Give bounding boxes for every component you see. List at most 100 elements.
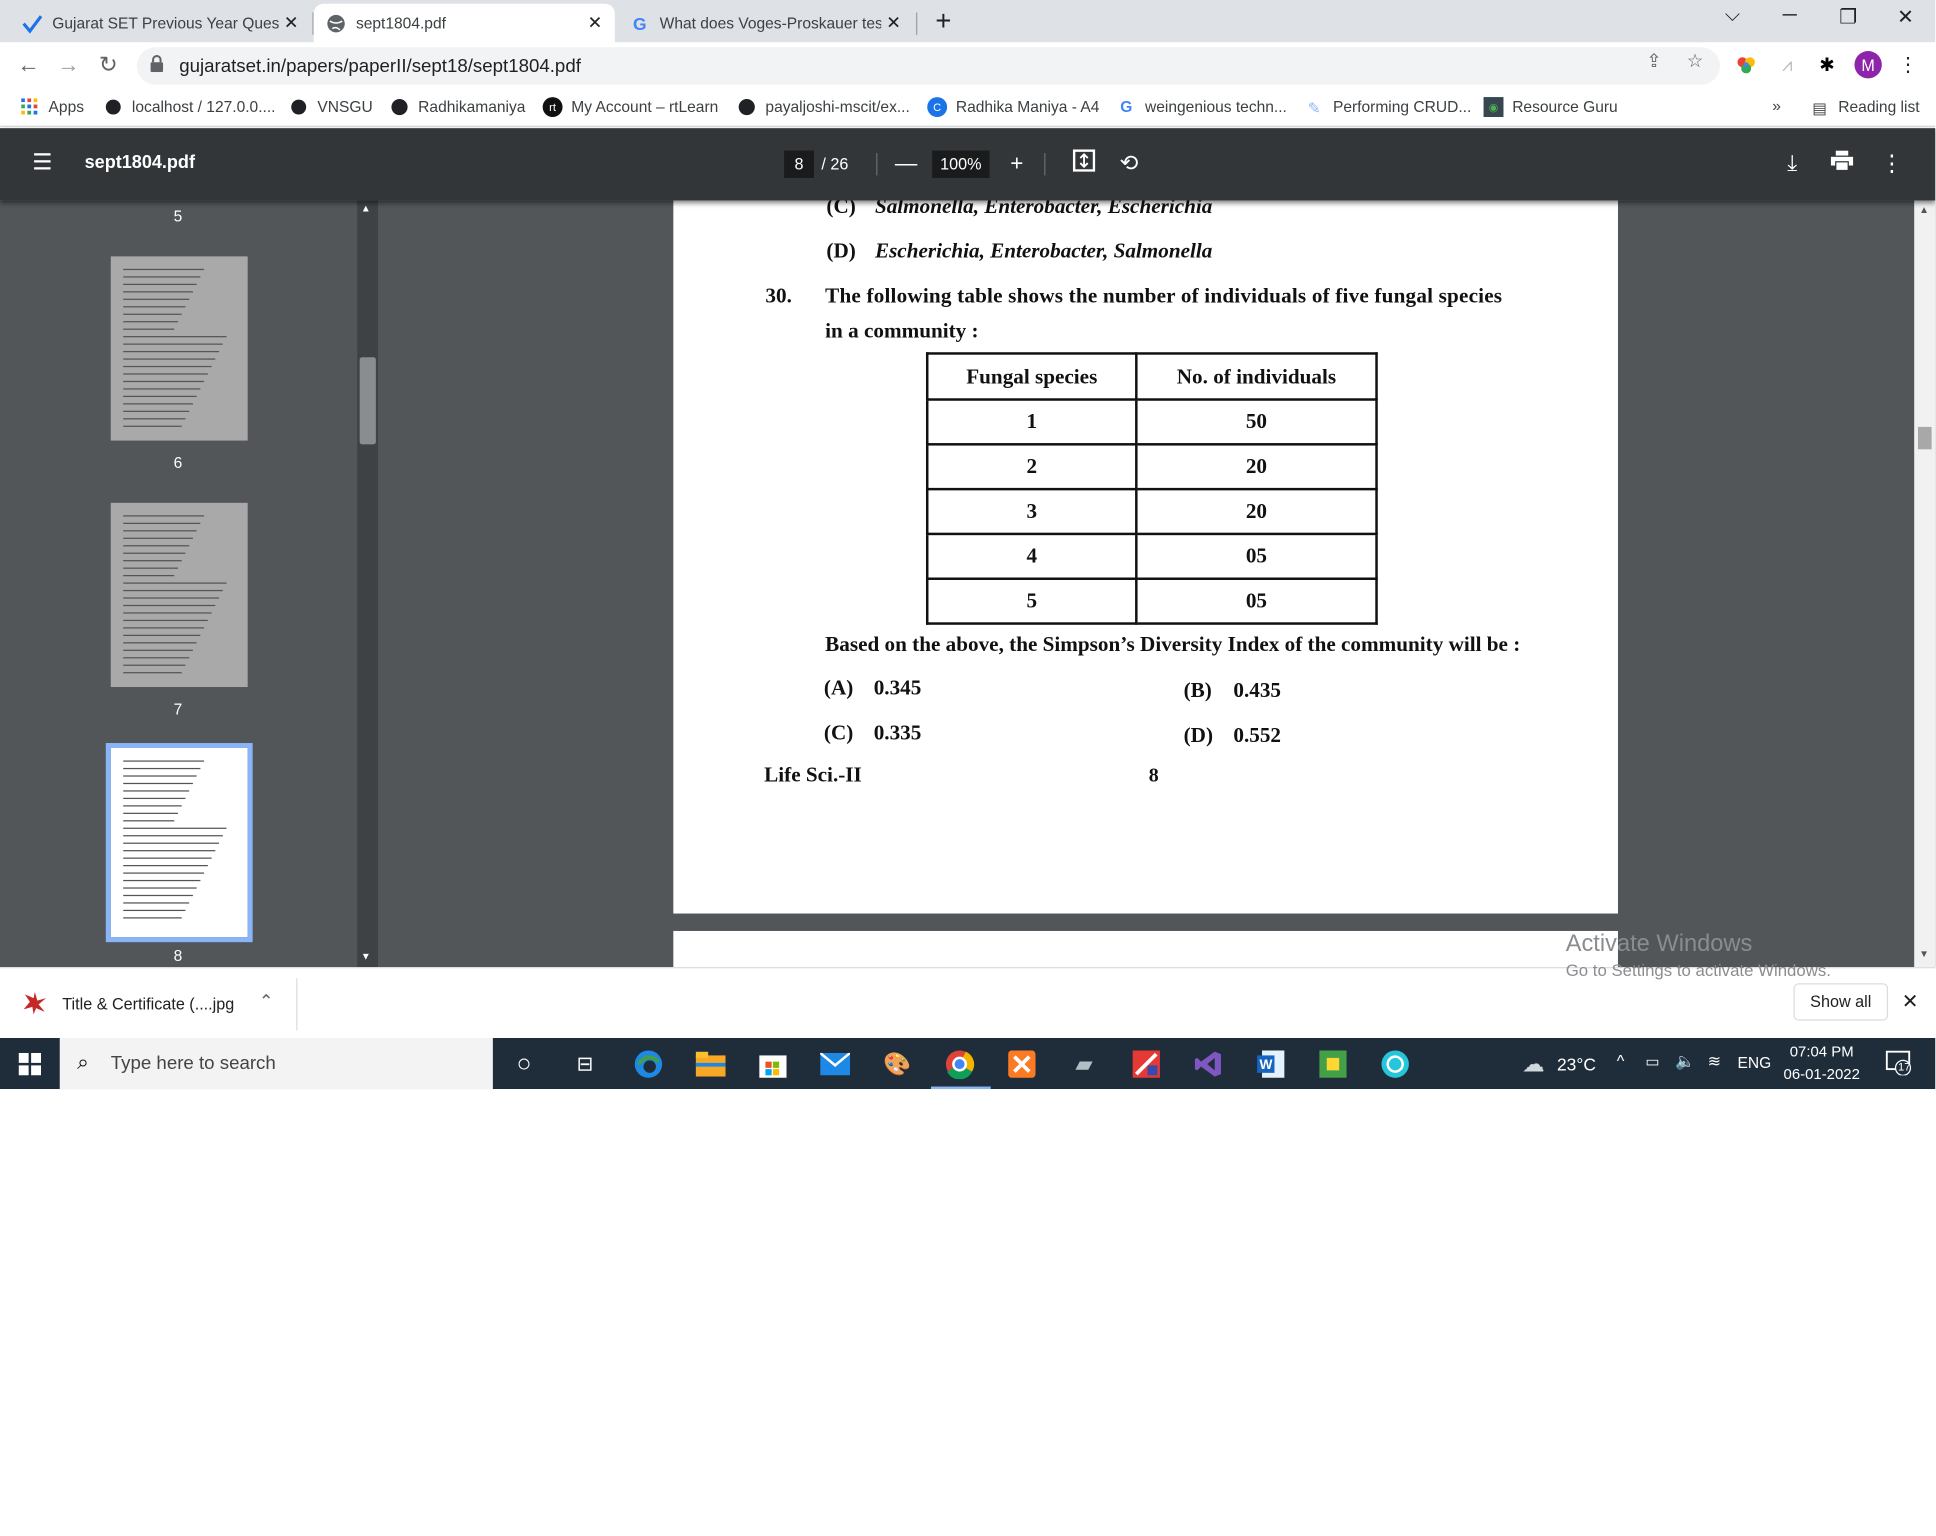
fit-page-icon[interactable] [1069, 149, 1099, 178]
notepad-icon[interactable]: ▰ [1069, 1049, 1099, 1079]
wifi-icon[interactable]: ≋ [1708, 1052, 1722, 1072]
windows-start-icon[interactable] [15, 1049, 45, 1079]
reload-button[interactable]: ↻ [95, 52, 122, 77]
windows-taskbar: ⌕ Type here to search ○ ⊟ 🎨 ▰ W ☁ 23°C ^… [0, 1037, 1936, 1090]
sidebar-scrollbar[interactable] [357, 200, 379, 968]
language-indicator[interactable]: ENG [1737, 1054, 1771, 1071]
visual-studio-icon[interactable] [1194, 1049, 1224, 1079]
clock-time[interactable]: 07:04 PM [1790, 1043, 1854, 1060]
puzzle-extensions-icon[interactable]: ✱ [1815, 52, 1840, 77]
edge-icon[interactable] [634, 1049, 664, 1079]
url-text: gujaratset.in/papers/paperII/sept18/sept… [179, 55, 581, 77]
tab-search-chevron-icon[interactable]: ⌵ [1718, 5, 1748, 27]
color-extension-icon[interactable] [1734, 52, 1759, 77]
task-view-icon[interactable]: ⊟ [570, 1049, 600, 1079]
cortana-icon[interactable]: ○ [509, 1049, 539, 1079]
temperature[interactable]: 23°C [1557, 1054, 1596, 1074]
microsoft-store-icon[interactable] [758, 1049, 788, 1079]
volume-icon[interactable]: 🔈 [1675, 1052, 1695, 1072]
bookmark-localhost[interactable]: localhost / 127.0.0.... [103, 97, 276, 117]
show-all-downloads-button[interactable]: Show all [1793, 983, 1889, 1021]
bookmark-resource-guru[interactable]: ◉ Resource Guru [1483, 97, 1618, 117]
back-button[interactable]: ← [15, 52, 42, 77]
table-row: 4 05 [925, 532, 1378, 580]
bookmark-star-icon[interactable]: ☆ [1684, 50, 1706, 72]
tab-sept1804[interactable]: sept1804.pdf ✕ [313, 3, 615, 43]
globe-icon [289, 97, 309, 117]
page-number-input[interactable]: 8 [784, 150, 814, 178]
close-download-bar-icon[interactable]: ✕ [1902, 989, 1919, 1014]
address-bar[interactable]: gujaratset.in/papers/paperII/sept18/sept… [136, 47, 1721, 85]
downloaded-file-name[interactable]: Title & Certificate (....jpg [62, 994, 234, 1013]
scroll-down-arrow-icon[interactable]: ▼ [1919, 948, 1929, 959]
more-actions-icon[interactable]: ⋮ [1877, 149, 1907, 176]
notification-center-icon[interactable]: 17 [1885, 1050, 1916, 1077]
reading-list-icon: ▤ [1812, 98, 1827, 117]
restore-button[interactable]: ❐ [1833, 5, 1863, 30]
print-icon[interactable] [1827, 149, 1857, 176]
option-d-value: 0.552 [1233, 723, 1282, 747]
thumbnail-text-line [123, 545, 190, 547]
new-tab-button[interactable]: + [931, 5, 956, 37]
paint-icon[interactable]: 🎨 [882, 1049, 912, 1079]
tab-gujarat-set[interactable]: Gujarat SET Previous Year Questi ✕ [10, 4, 311, 43]
scroll-down-arrow-icon[interactable]: ▼ [361, 951, 371, 962]
zoom-level-input[interactable]: 100% [932, 150, 990, 178]
main-scrollbar[interactable] [1914, 200, 1936, 968]
bookmark-performing-crud[interactable]: ✎ Performing CRUD... [1304, 97, 1472, 117]
chevron-up-icon[interactable]: ⌃ [259, 991, 274, 1012]
scroll-up-arrow-icon[interactable]: ▲ [1919, 204, 1929, 215]
sidebar-menu-icon[interactable]: ☰ [27, 148, 57, 175]
snipping-tool-icon[interactable] [1131, 1049, 1161, 1079]
main-scroll-thumb[interactable] [1917, 426, 1932, 450]
question-text-line1: The following table shows the number of … [825, 283, 1503, 308]
sidebar-scroll-thumb[interactable] [359, 357, 376, 445]
zoom-out-button[interactable]: — [891, 149, 921, 176]
tab-voges-proskauer[interactable]: G What does Voges-Proskauer test ✕ [617, 4, 913, 43]
more-bookmarks-button[interactable]: » [1772, 97, 1781, 114]
page-thumbnail-8-selected[interactable] [105, 743, 253, 943]
thumbnail-text-line [123, 530, 197, 532]
xampp-icon[interactable] [1007, 1049, 1037, 1079]
bookmark-payaljoshi[interactable]: payaljoshi-mscit/ex... [737, 97, 910, 117]
bookmark-radhika-a4[interactable]: C Radhika Maniya - A4 [927, 97, 1099, 117]
menu-kebab-icon[interactable]: ⋮ [1896, 52, 1921, 77]
screen: Gujarat SET Previous Year Questi ✕ sept1… [0, 0, 1936, 1536]
download-icon[interactable]: ⤓ [1777, 149, 1807, 176]
question-number: 30. [765, 283, 792, 308]
profile-avatar[interactable]: M [1854, 51, 1882, 79]
forward-button[interactable]: → [55, 52, 82, 77]
close-tab-icon[interactable]: ✕ [582, 12, 607, 33]
extension-icon[interactable]: ⩘ [1775, 52, 1800, 77]
word-icon[interactable]: W [1256, 1049, 1286, 1079]
thumbnail-text-line [123, 365, 212, 368]
close-tab-icon[interactable]: ✕ [279, 12, 304, 33]
bookmark-vnsgu[interactable]: VNSGU [289, 97, 373, 117]
question-text-line2: in a community : [825, 318, 979, 343]
bookmark-rtlearn[interactable]: rt My Account – rtLearn [542, 97, 718, 117]
share-icon[interactable]: ⇪ [1643, 50, 1665, 72]
minimize-button[interactable]: ─ [1775, 5, 1805, 27]
mail-icon[interactable] [820, 1049, 851, 1079]
page-thumbnail-7[interactable] [110, 502, 248, 688]
bookmark-weingenious[interactable]: Gweingenious techn... [1116, 97, 1287, 117]
scroll-up-arrow-icon[interactable]: ▲ [361, 203, 371, 214]
close-tab-icon[interactable]: ✕ [881, 12, 906, 33]
thumbnail-text-line [123, 649, 193, 651]
page-thumbnail-6[interactable] [110, 256, 248, 441]
app-icon[interactable] [1318, 1049, 1348, 1079]
weather-cloud-icon[interactable]: ☁ [1518, 1049, 1548, 1079]
bookmark-apps[interactable]: Apps [20, 97, 84, 117]
timer-app-icon[interactable] [1380, 1049, 1410, 1079]
show-hidden-icons-chevron-icon[interactable]: ^ [1617, 1052, 1625, 1071]
zoom-in-button[interactable]: + [1002, 149, 1032, 176]
clock-date[interactable]: 06-01-2022 [1784, 1065, 1860, 1082]
close-window-button[interactable]: ✕ [1891, 5, 1921, 30]
taskbar-search-box[interactable]: ⌕ Type here to search [59, 1037, 493, 1090]
bookmark-radhikamaniya[interactable]: Radhikamaniya [390, 97, 525, 117]
rotate-icon[interactable]: ⟲ [1114, 149, 1144, 176]
chrome-icon[interactable] [945, 1049, 975, 1080]
battery-icon[interactable]: ▭ [1645, 1053, 1659, 1070]
file-explorer-icon[interactable] [695, 1049, 726, 1079]
reading-list-button[interactable]: ▤ Reading list [1810, 97, 1919, 117]
